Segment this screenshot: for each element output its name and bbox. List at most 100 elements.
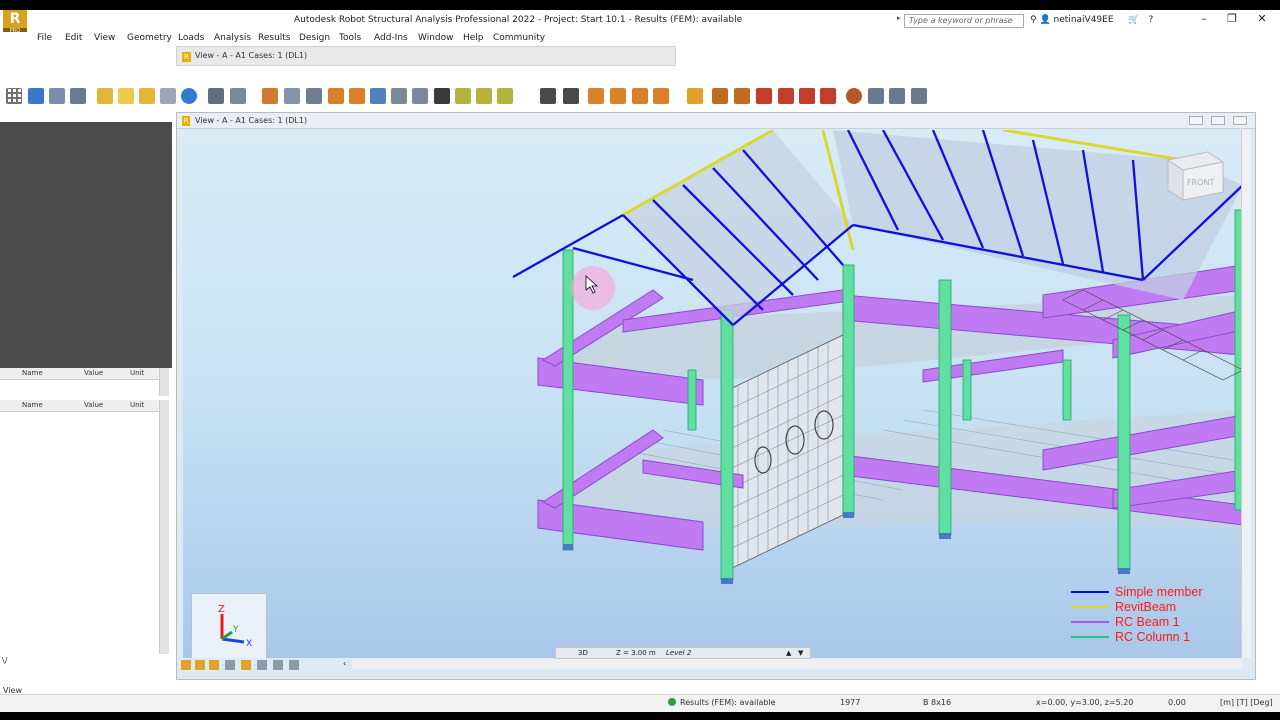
menu-addins[interactable]: Add-Ins (374, 33, 408, 43)
rc-design-icon[interactable] (734, 88, 750, 104)
rc-slab-icon[interactable] (799, 88, 815, 104)
scroll-left-icon[interactable]: ‹ (343, 659, 346, 668)
minimize-button[interactable]: – (1190, 12, 1218, 30)
view-mode[interactable]: 3D (578, 649, 588, 657)
title-bar: R PRO Autodesk Robot Structural Analysis… (0, 10, 1280, 40)
menu-results[interactable]: Results (258, 33, 291, 43)
divide-icon[interactable] (497, 88, 513, 104)
menu-geometry[interactable]: Geometry (127, 33, 172, 43)
measure-icon[interactable] (208, 88, 224, 104)
search-input[interactable]: Type a keyword or phrase (904, 14, 1024, 28)
select-icon[interactable] (284, 88, 300, 104)
extend-icon[interactable] (434, 88, 450, 104)
fit-icon[interactable] (289, 660, 299, 670)
open-folder-icon[interactable] (118, 88, 134, 104)
solid-icon[interactable] (610, 88, 626, 104)
menu-community[interactable]: Community (493, 33, 545, 43)
frame-icon[interactable] (230, 88, 246, 104)
pan-icon[interactable] (195, 660, 205, 670)
rotate-icon[interactable] (306, 88, 322, 104)
menu-loads[interactable]: Loads (178, 33, 204, 43)
close-button[interactable]: ✕ (1248, 12, 1276, 30)
mirror-icon[interactable] (370, 88, 386, 104)
3d-model-canvas[interactable]: FRONT Simple member RevitBeam RC Beam 1 … (183, 130, 1243, 658)
stack-icon[interactable] (328, 88, 344, 104)
intersect-icon[interactable] (391, 88, 407, 104)
robot-doc-icon: R (182, 52, 191, 62)
menu-design[interactable]: Design (299, 33, 330, 43)
menu-tools[interactable]: Tools (339, 33, 361, 43)
rotate-view-icon[interactable] (209, 660, 219, 670)
target-icon[interactable] (846, 88, 862, 104)
tank-icon[interactable] (653, 88, 669, 104)
angle-value: 0.00 (1168, 698, 1186, 707)
menu-help[interactable]: Help (463, 33, 484, 43)
box-icon[interactable] (588, 88, 604, 104)
structure-model: FRONT (512, 130, 1243, 584)
grid-design-icon[interactable] (712, 88, 728, 104)
nodes-icon[interactable] (49, 88, 65, 104)
rc-beam-icon[interactable] (756, 88, 772, 104)
zoom-icon[interactable] (181, 660, 191, 670)
supports-icon[interactable] (70, 88, 86, 104)
grid-icon[interactable] (6, 88, 22, 104)
robot-doc-icon: R (182, 116, 190, 126)
help-globe-icon[interactable] (181, 88, 197, 104)
col-value: Value (84, 401, 104, 409)
window-title: Autodesk Robot Structural Analysis Profe… (294, 15, 743, 25)
path-icon[interactable] (632, 88, 648, 104)
help-icon[interactable]: ? (1149, 15, 1154, 25)
rc-column-icon[interactable] (778, 88, 794, 104)
arc-icon[interactable] (563, 88, 579, 104)
edit-icon[interactable] (139, 88, 155, 104)
properties-scrollbar-2[interactable] (159, 400, 169, 654)
col-value: Value (84, 369, 104, 377)
menu-view[interactable]: View (94, 33, 115, 43)
level-name: Level 2 (666, 649, 692, 657)
structure-axis-icon[interactable] (28, 88, 44, 104)
view-3d-icon[interactable] (257, 660, 267, 670)
view-restore-button[interactable] (1211, 116, 1225, 125)
legend-swatch (1071, 606, 1109, 608)
offset-icon[interactable] (540, 88, 556, 104)
tiles-icon-2[interactable] (889, 88, 905, 104)
brush-icon[interactable] (262, 88, 278, 104)
properties-scrollbar-1[interactable] (159, 368, 169, 396)
menu-edit[interactable]: Edit (65, 33, 82, 43)
display-icon[interactable] (225, 660, 235, 670)
menu-window[interactable]: Window (418, 33, 454, 43)
table-icon[interactable] (97, 88, 113, 104)
user-account[interactable]: ⚲ 👤 netinaiV49EE 🛒 ? (1030, 15, 1153, 25)
level-up-icon[interactable]: ▲ (786, 649, 791, 657)
properties-header-1: Name Value Unit (0, 368, 160, 380)
view-cube[interactable]: FRONT (1166, 151, 1225, 201)
restore-button[interactable]: ❐ (1218, 12, 1246, 30)
legend-item: RC Beam 1 (1071, 615, 1241, 630)
document-tab[interactable]: R View - A - A1 Cases: 1 (DL1) (176, 46, 676, 66)
list-icon[interactable] (160, 88, 176, 104)
section-icon[interactable] (241, 660, 251, 670)
split-icon[interactable] (476, 88, 492, 104)
logo-letter: R (9, 11, 21, 27)
legend-swatch (1071, 591, 1109, 593)
tiles-icon-3[interactable] (911, 88, 927, 104)
object-inspector-panel (0, 122, 172, 368)
menu-file[interactable]: File (37, 33, 52, 43)
frame-view-icon[interactable] (273, 660, 283, 670)
move-icon[interactable] (349, 88, 365, 104)
view-close-button[interactable] (1233, 116, 1247, 125)
units[interactable]: [m] [T] [Deg] (1220, 698, 1273, 707)
user-icon: 👤 (1039, 15, 1051, 25)
level-down-icon[interactable]: ▼ (798, 649, 803, 657)
horizontal-scrollbar[interactable] (352, 659, 1242, 669)
section-name[interactable]: B 8x16 (923, 698, 951, 707)
steel-design-icon[interactable] (687, 88, 703, 104)
scale-icon[interactable] (412, 88, 428, 104)
trim-icon[interactable] (455, 88, 471, 104)
cart-icon[interactable]: 🛒 (1128, 15, 1139, 25)
tiles-icon-1[interactable] (868, 88, 884, 104)
vertical-scrollbar[interactable] (1241, 130, 1251, 658)
menu-analysis[interactable]: Analysis (214, 33, 251, 43)
view-minimize-button[interactable] (1189, 116, 1203, 125)
rc-footing-icon[interactable] (820, 88, 836, 104)
